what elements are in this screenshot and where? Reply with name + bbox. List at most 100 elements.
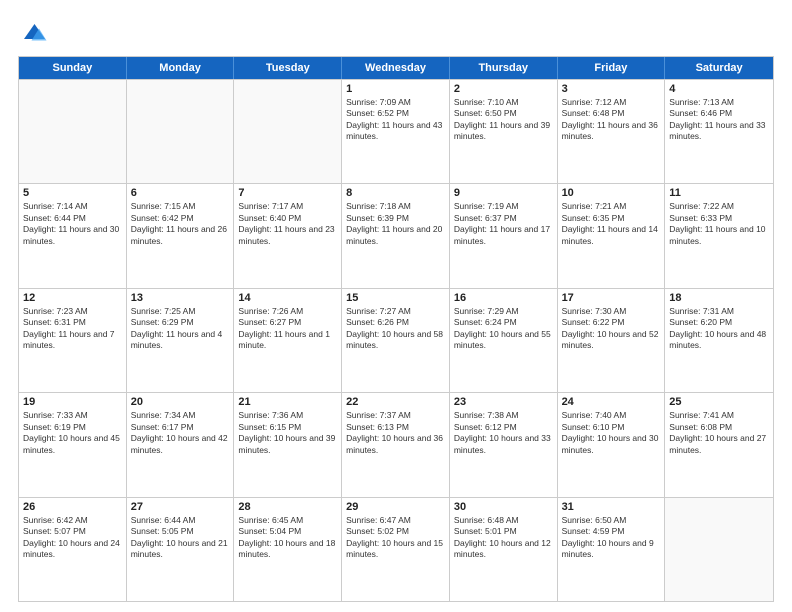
logo-icon [18, 18, 48, 48]
day-number: 16 [454, 292, 553, 304]
calendar: SundayMondayTuesdayWednesdayThursdayFrid… [18, 56, 774, 602]
calendar-cell: 8 Sunrise: 7:18 AMSunset: 6:39 PMDaylight… [342, 184, 450, 287]
weekday-header-tuesday: Tuesday [234, 57, 342, 79]
day-number: 15 [346, 292, 445, 304]
day-info: Sunrise: 7:27 AMSunset: 6:26 PMDaylight:… [346, 306, 445, 352]
calendar-cell: 1Sunrise: 7:09 AMSunset: 6:52 PMDaylight… [342, 80, 450, 183]
weekday-header-saturday: Saturday [665, 57, 773, 79]
day-number: 19 [23, 396, 122, 408]
calendar-row-4: 26Sunrise: 6:42 AMSunset: 5:07 PMDayligh… [19, 497, 773, 601]
day-number: 28 [238, 501, 337, 513]
calendar-cell: 31 Sunrise: 6:50 AMSunset: 4:59 PMDayligh… [558, 498, 666, 601]
day-info: Sunrise: 7:31 AMSunset: 6:20 PMDaylight:… [669, 306, 769, 352]
day-info: Sunrise: 7:10 AMSunset: 6:50 PMDaylight:… [454, 97, 553, 143]
day-number: 13 [131, 292, 230, 304]
day-info: Sunrise: 6:47 AMSunset: 5:02 PMDaylight:… [346, 515, 445, 561]
day-info: Sunrise: 7:25 AMSunset: 6:29 PMDaylight:… [131, 306, 230, 352]
day-number: 31 [562, 501, 661, 513]
calendar-cell: 6Sunrise: 7:15 AMSunset: 6:42 PMDaylight… [127, 184, 235, 287]
day-number: 2 [454, 83, 553, 95]
header [18, 18, 774, 48]
day-number: 11 [669, 187, 769, 199]
day-number: 5 [23, 187, 122, 199]
calendar-cell: 25Sunrise: 7:41 AMSunset: 6:08 PMDayligh… [665, 393, 773, 496]
day-number: 9 [454, 187, 553, 199]
day-info: Sunrise: 7:12 AMSunset: 6:48 PMDaylight:… [562, 97, 661, 143]
calendar-cell: 23Sunrise: 7:38 AMSunset: 6:12 PMDayligh… [450, 393, 558, 496]
calendar-cell: 2 Sunrise: 7:10 AMSunset: 6:50 PMDaylight… [450, 80, 558, 183]
day-info: Sunrise: 7:26 AMSunset: 6:27 PMDaylight:… [238, 306, 337, 352]
day-info: Sunrise: 6:42 AMSunset: 5:07 PMDaylight:… [23, 515, 122, 561]
day-info: Sunrise: 7:21 AMSunset: 6:35 PMDaylight:… [562, 201, 661, 247]
calendar-cell: 28 Sunrise: 6:45 AMSunset: 5:04 PMDayligh… [234, 498, 342, 601]
day-info: Sunrise: 7:38 AMSunset: 6:12 PMDaylight:… [454, 410, 553, 456]
day-number: 3 [562, 83, 661, 95]
calendar-cell: 27Sunrise: 6:44 AMSunset: 5:05 PMDayligh… [127, 498, 235, 601]
day-number: 20 [131, 396, 230, 408]
calendar-cell: 22 Sunrise: 7:37 AMSunset: 6:13 PMDayligh… [342, 393, 450, 496]
calendar-body: 1Sunrise: 7:09 AMSunset: 6:52 PMDaylight… [19, 79, 773, 601]
calendar-cell: 7Sunrise: 7:17 AMSunset: 6:40 PMDaylight… [234, 184, 342, 287]
day-number: 25 [669, 396, 769, 408]
day-info: Sunrise: 7:18 AMSunset: 6:39 PMDaylight:… [346, 201, 445, 247]
day-info: Sunrise: 6:45 AMSunset: 5:04 PMDaylight:… [238, 515, 337, 561]
day-info: Sunrise: 7:09 AMSunset: 6:52 PMDaylight:… [346, 97, 445, 143]
day-info: Sunrise: 7:34 AMSunset: 6:17 PMDaylight:… [131, 410, 230, 456]
day-number: 4 [669, 83, 769, 95]
day-number: 30 [454, 501, 553, 513]
day-number: 17 [562, 292, 661, 304]
weekday-header-thursday: Thursday [450, 57, 558, 79]
day-info: Sunrise: 7:30 AMSunset: 6:22 PMDaylight:… [562, 306, 661, 352]
day-number: 22 [346, 396, 445, 408]
page: SundayMondayTuesdayWednesdayThursdayFrid… [0, 0, 792, 612]
calendar-cell: 10 Sunrise: 7:21 AMSunset: 6:35 PMDayligh… [558, 184, 666, 287]
day-info: Sunrise: 7:33 AMSunset: 6:19 PMDaylight:… [23, 410, 122, 456]
calendar-cell [19, 80, 127, 183]
calendar-row-1: 5 Sunrise: 7:14 AMSunset: 6:44 PMDaylight… [19, 183, 773, 287]
day-number: 14 [238, 292, 337, 304]
calendar-cell [234, 80, 342, 183]
day-info: Sunrise: 7:19 AMSunset: 6:37 PMDaylight:… [454, 201, 553, 247]
calendar-cell: 30 Sunrise: 6:48 AMSunset: 5:01 PMDayligh… [450, 498, 558, 601]
calendar-cell [665, 498, 773, 601]
calendar-cell: 14 Sunrise: 7:26 AMSunset: 6:27 PMDayligh… [234, 289, 342, 392]
calendar-cell: 21Sunrise: 7:36 AMSunset: 6:15 PMDayligh… [234, 393, 342, 496]
calendar-cell: 5 Sunrise: 7:14 AMSunset: 6:44 PMDaylight… [19, 184, 127, 287]
day-info: Sunrise: 7:15 AMSunset: 6:42 PMDaylight:… [131, 201, 230, 247]
day-info: Sunrise: 7:22 AMSunset: 6:33 PMDaylight:… [669, 201, 769, 247]
day-info: Sunrise: 7:36 AMSunset: 6:15 PMDaylight:… [238, 410, 337, 456]
day-info: Sunrise: 7:37 AMSunset: 6:13 PMDaylight:… [346, 410, 445, 456]
logo [18, 18, 54, 48]
day-info: Sunrise: 6:50 AMSunset: 4:59 PMDaylight:… [562, 515, 661, 561]
day-number: 24 [562, 396, 661, 408]
calendar-row-0: 1Sunrise: 7:09 AMSunset: 6:52 PMDaylight… [19, 79, 773, 183]
weekday-header-wednesday: Wednesday [342, 57, 450, 79]
calendar-cell: 24 Sunrise: 7:40 AMSunset: 6:10 PMDayligh… [558, 393, 666, 496]
day-number: 12 [23, 292, 122, 304]
day-info: Sunrise: 7:17 AMSunset: 6:40 PMDaylight:… [238, 201, 337, 247]
calendar-cell: 19 Sunrise: 7:33 AMSunset: 6:19 PMDayligh… [19, 393, 127, 496]
calendar-row-2: 12 Sunrise: 7:23 AMSunset: 6:31 PMDayligh… [19, 288, 773, 392]
day-number: 8 [346, 187, 445, 199]
day-number: 10 [562, 187, 661, 199]
day-info: Sunrise: 7:29 AMSunset: 6:24 PMDaylight:… [454, 306, 553, 352]
calendar-cell [127, 80, 235, 183]
day-info: Sunrise: 6:48 AMSunset: 5:01 PMDaylight:… [454, 515, 553, 561]
day-info: Sunrise: 7:14 AMSunset: 6:44 PMDaylight:… [23, 201, 122, 247]
calendar-cell: 13 Sunrise: 7:25 AMSunset: 6:29 PMDayligh… [127, 289, 235, 392]
day-info: Sunrise: 7:13 AMSunset: 6:46 PMDaylight:… [669, 97, 769, 143]
calendar-cell: 12 Sunrise: 7:23 AMSunset: 6:31 PMDayligh… [19, 289, 127, 392]
calendar-cell: 4 Sunrise: 7:13 AMSunset: 6:46 PMDaylight… [665, 80, 773, 183]
calendar-cell: 16 Sunrise: 7:29 AMSunset: 6:24 PMDayligh… [450, 289, 558, 392]
day-info: Sunrise: 7:40 AMSunset: 6:10 PMDaylight:… [562, 410, 661, 456]
calendar-row-3: 19 Sunrise: 7:33 AMSunset: 6:19 PMDayligh… [19, 392, 773, 496]
calendar-cell: 20 Sunrise: 7:34 AMSunset: 6:17 PMDayligh… [127, 393, 235, 496]
calendar-cell: 18Sunrise: 7:31 AMSunset: 6:20 PMDayligh… [665, 289, 773, 392]
weekday-header-friday: Friday [558, 57, 666, 79]
day-info: Sunrise: 6:44 AMSunset: 5:05 PMDaylight:… [131, 515, 230, 561]
calendar-cell: 3 Sunrise: 7:12 AMSunset: 6:48 PMDaylight… [558, 80, 666, 183]
calendar-cell: 17 Sunrise: 7:30 AMSunset: 6:22 PMDayligh… [558, 289, 666, 392]
calendar-header: SundayMondayTuesdayWednesdayThursdayFrid… [19, 57, 773, 79]
day-info: Sunrise: 7:23 AMSunset: 6:31 PMDaylight:… [23, 306, 122, 352]
calendar-cell: 15 Sunrise: 7:27 AMSunset: 6:26 PMDayligh… [342, 289, 450, 392]
